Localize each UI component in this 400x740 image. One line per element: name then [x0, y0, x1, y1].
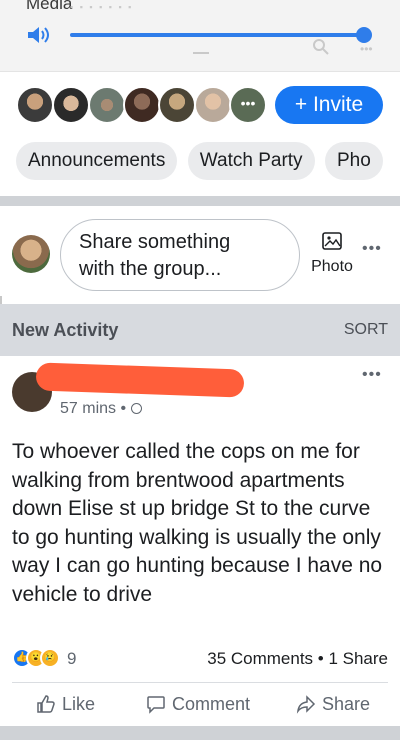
tab-announcements[interactable]: Announcements: [16, 142, 178, 180]
avatar[interactable]: [12, 235, 50, 273]
post-divider: [12, 682, 388, 683]
section-divider: [0, 726, 400, 740]
tab-photos[interactable]: Pho: [325, 142, 383, 180]
invite-button[interactable]: + Invite: [275, 86, 383, 124]
post-time: 57 mins •: [60, 400, 127, 417]
sad-reaction-icon: 😢: [40, 648, 60, 668]
media-volume-panel: Media ▪ ▪ ▪ ▪ ▪ ▪ ▪ •••: [0, 0, 400, 72]
photo-icon: [322, 232, 342, 250]
more-members-button[interactable]: •••: [229, 86, 267, 124]
avatar[interactable]: [52, 86, 90, 124]
composer-input[interactable]: Share something with the group...: [60, 219, 300, 291]
volume-slider-track[interactable]: [70, 33, 366, 37]
composer-placeholder-line2: with the group...: [79, 258, 222, 280]
globe-icon: [130, 403, 142, 414]
share-icon: [296, 695, 316, 714]
handle-indicator: [193, 52, 209, 54]
speaker-icon[interactable]: [26, 24, 52, 46]
composer-placeholder-line1: Share something: [79, 231, 231, 253]
post-more-icon[interactable]: •••: [362, 366, 382, 384]
avatar[interactable]: [16, 86, 54, 124]
thumbs-up-icon: [37, 695, 55, 713]
status-icons: ▪ ▪ ▪ ▪ ▪ ▪ ▪: [70, 2, 134, 12]
new-activity-header: New Activity SORT: [0, 304, 400, 356]
post-body: To whoever called the cops on me for wal…: [12, 440, 383, 606]
overflow-dots-icon: •••: [360, 42, 373, 56]
avatar[interactable]: [194, 86, 232, 124]
comment-label: Comment: [172, 694, 251, 714]
volume-slider-knob[interactable]: [356, 27, 372, 43]
redaction-mark: [35, 362, 245, 398]
comment-icon: [147, 696, 165, 714]
like-label: Like: [62, 694, 96, 714]
group-tabs: Announcements Watch Party Pho: [16, 142, 400, 180]
sort-button[interactable]: SORT: [344, 321, 388, 339]
section-divider: [0, 196, 400, 206]
avatar[interactable]: [123, 86, 161, 124]
tab-watch-party[interactable]: Watch Party: [187, 142, 315, 180]
composer-more-icon[interactable]: •••: [362, 240, 382, 258]
section-title: New Activity: [12, 320, 119, 340]
search-icon: [313, 39, 329, 55]
share-button[interactable]: Share: [296, 692, 370, 716]
avatar[interactable]: [88, 86, 126, 124]
member-avatars[interactable]: •••: [16, 86, 276, 124]
comment-button[interactable]: Comment: [146, 692, 250, 716]
avatar[interactable]: [158, 86, 196, 124]
media-title: Media: [26, 0, 73, 13]
post-actions: Like Comment Share: [0, 684, 400, 724]
like-button[interactable]: Like: [36, 692, 95, 716]
photo-label: Photo: [311, 258, 353, 275]
share-label: Share: [322, 694, 371, 714]
engagement-summary[interactable]: 35 Comments • 1 Share: [207, 649, 388, 669]
reaction-count: 9: [67, 649, 77, 668]
photo-button[interactable]: Photo: [306, 228, 358, 280]
post-timestamp[interactable]: 57 mins •: [60, 400, 142, 418]
